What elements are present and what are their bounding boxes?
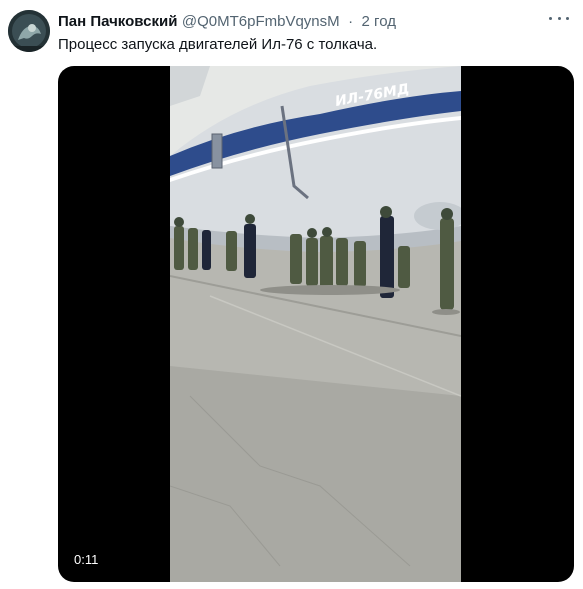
author-handle[interactable]: @Q0MT6pFmbVqynsM	[182, 13, 340, 30]
tweet-text: Процесс запуска двигателей Ил-76 с толка…	[58, 36, 378, 53]
tweet-header: Пан Пачковский @Q0MT6pFmbVqynsM · 2 год	[58, 13, 543, 33]
avatar-image	[8, 10, 50, 52]
author-name[interactable]: Пан Пачковский	[58, 13, 177, 30]
video-frame: ИЛ-76МД	[170, 66, 461, 582]
avatar[interactable]	[8, 10, 50, 52]
tweet[interactable]: Пан Пачковский @Q0MT6pFmbVqynsM · 2 год …	[0, 0, 583, 589]
video-player[interactable]: ИЛ-76МД 0:11	[58, 66, 574, 582]
video-duration: 0:11	[68, 550, 105, 569]
timestamp[interactable]: 2 год	[362, 13, 396, 30]
video-thumbnail: ИЛ-76МД	[170, 66, 461, 582]
more-icon[interactable]	[549, 10, 569, 26]
separator-dot: ·	[348, 13, 354, 30]
